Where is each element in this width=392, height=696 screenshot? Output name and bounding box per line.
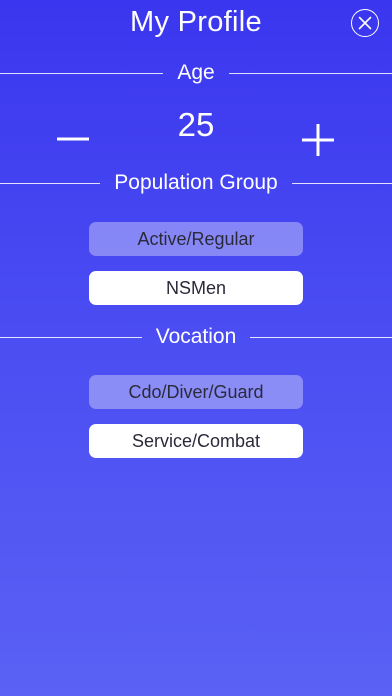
divider-right [228,72,392,74]
increment-age-button[interactable] [299,121,337,159]
divider-left [0,336,142,338]
age-label: Age [177,61,215,84]
age-section-header: Age [0,59,392,87]
divider-right [291,182,392,184]
option-label: Cdo/Diver/Guard [128,381,264,402]
age-value: 25 [177,106,215,143]
option-active-regular[interactable]: Active/Regular [89,222,303,256]
option-label: Service/Combat [131,430,261,451]
close-button[interactable] [351,9,379,37]
population-group-section-header: Population Group [0,169,392,197]
close-icon [358,16,372,30]
option-service-combat[interactable]: Service/Combat [89,424,303,458]
profile-screen: My Profile Age 25 Population Group Activ… [0,0,392,696]
decrement-age-button[interactable] [54,124,92,154]
minus-icon [54,137,92,158]
option-nsmen[interactable]: NSMen [89,271,303,305]
option-cdo-diver-guard[interactable]: Cdo/Diver/Guard [89,375,303,409]
plus-icon [299,124,337,163]
divider-left [0,72,164,74]
option-label: Active/Regular [137,228,255,249]
vocation-section-header: Vocation [0,323,392,351]
divider-left [0,182,101,184]
vocation-label: Vocation [155,325,237,348]
page-title: My Profile [130,6,262,38]
option-label: NSMen [165,277,227,298]
divider-right [250,336,392,338]
population-group-label: Population Group [114,171,278,194]
